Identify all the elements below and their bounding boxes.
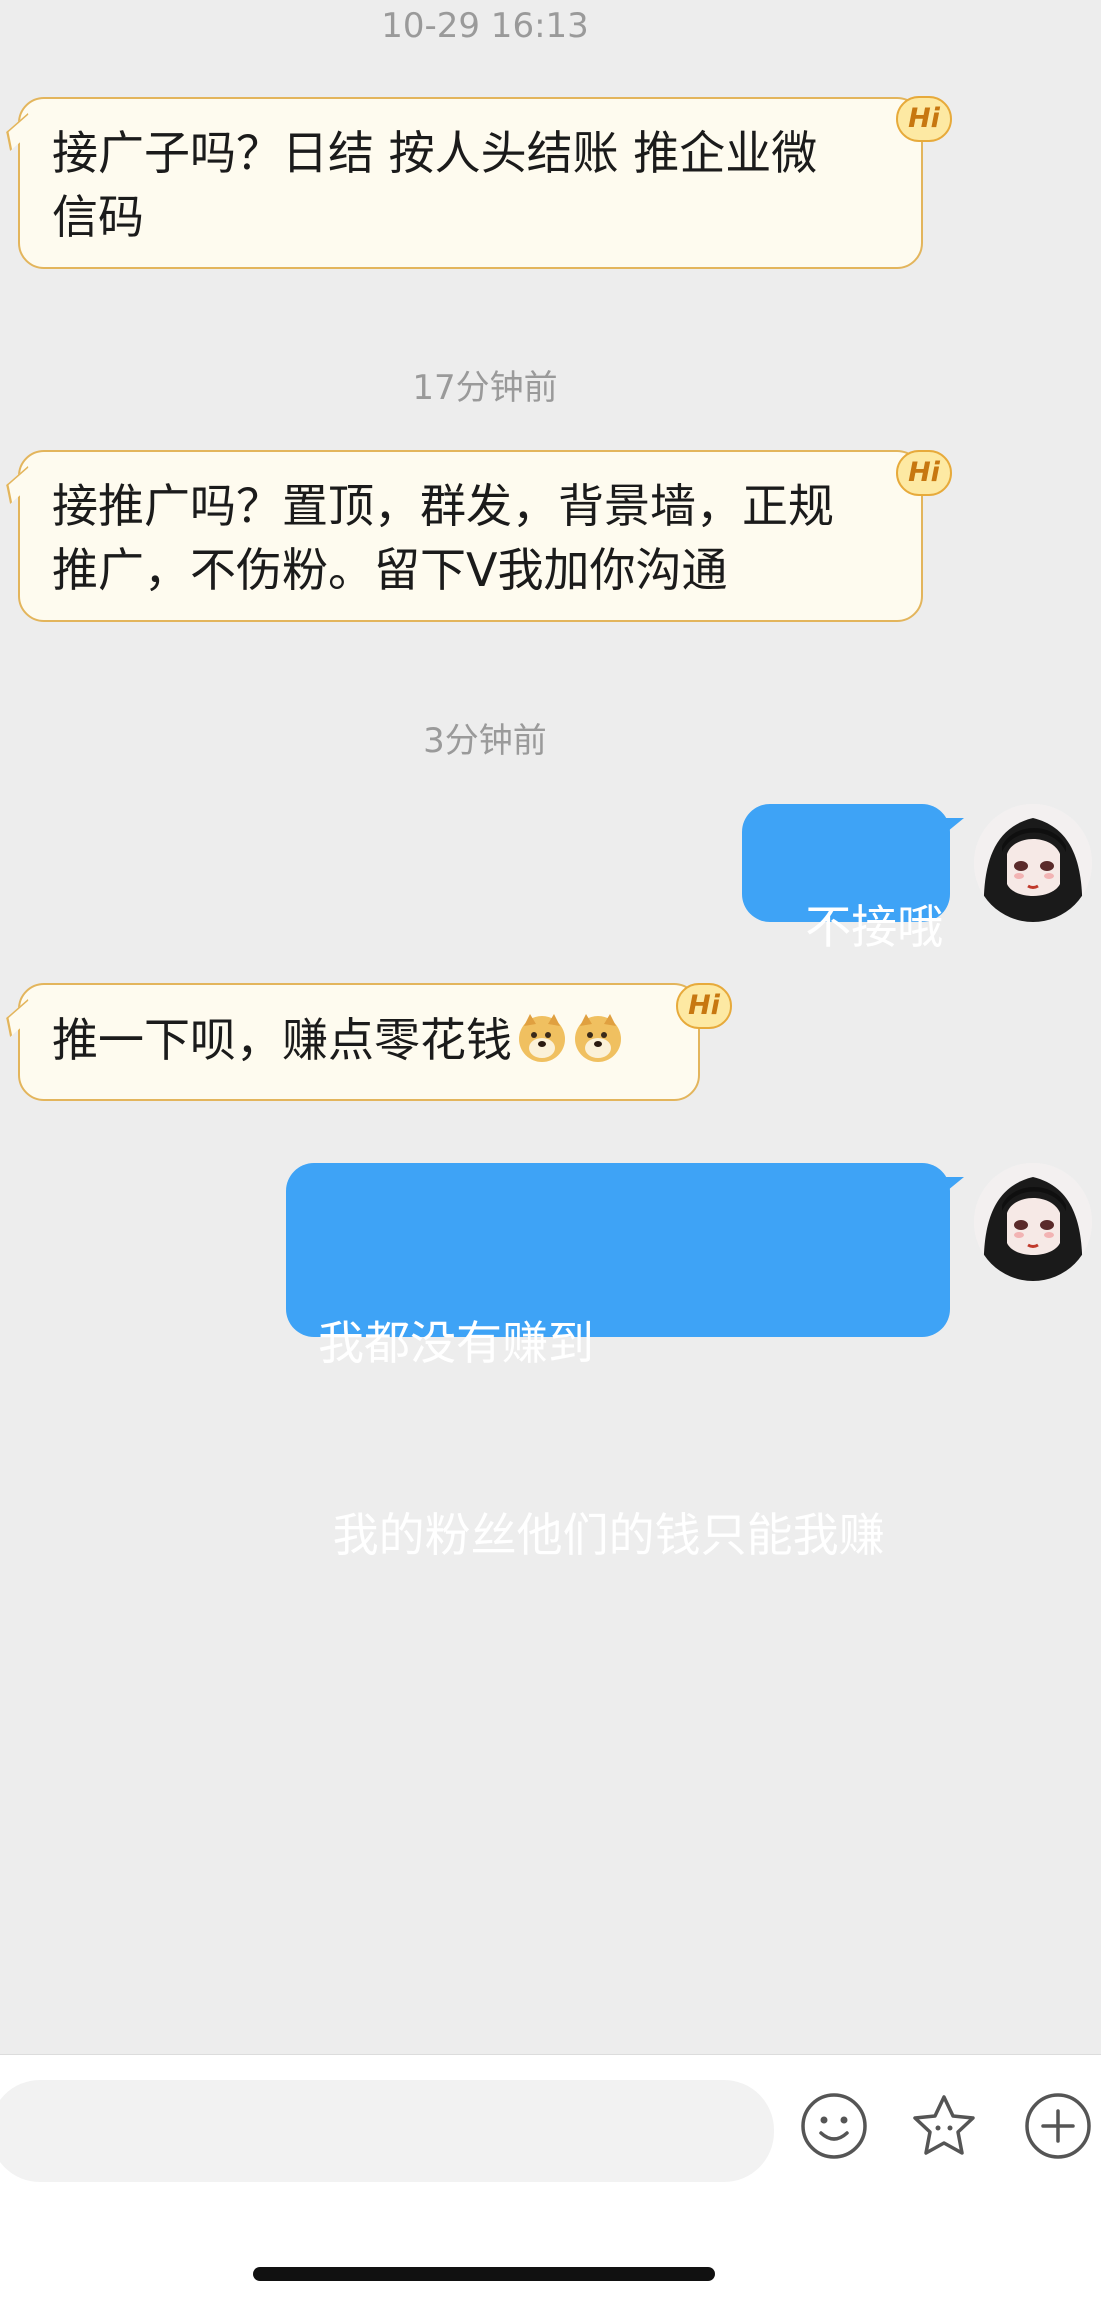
star-icon[interactable] <box>909 2091 979 2161</box>
doge-emoji-icon <box>519 1014 565 1062</box>
timestamp: 17分钟前 <box>412 368 558 408</box>
message-text-line: 信码 <box>52 190 144 244</box>
message-text: 推一下呗，赚点零花钱 <box>52 1013 512 1067</box>
avatar[interactable] <box>974 804 1092 922</box>
doge-emoji-icon <box>575 1014 621 1062</box>
outgoing-message-bubble[interactable]: 不接哦 <box>742 804 964 954</box>
message-text-line: 接推广吗？置顶，群发，背景墙，正规 <box>52 479 834 533</box>
incoming-message-bubble[interactable]: 推一下呗，赚点零花钱 <box>18 983 700 1101</box>
avatar[interactable] <box>974 1163 1092 1281</box>
message-text: 不接哦 <box>805 900 944 954</box>
hi-badge-icon: Hi <box>896 96 952 142</box>
message-text-line: 接广子吗？日结 按人头结账 推企业微 <box>52 126 818 180</box>
incoming-message-bubble[interactable]: 接推广吗？置顶，群发，背景墙，正规 推广，不伤粉。留下Ⅴ我加你沟通 <box>18 450 923 622</box>
emoji-face-icon[interactable] <box>799 2091 869 2161</box>
outgoing-message-bubble[interactable]: 我都没有赚到 我的粉丝他们的钱只能我赚 <box>286 1163 964 1562</box>
message-text-line: 我的粉丝他们的钱只能我赚 <box>318 1508 885 1562</box>
timestamp: 3分钟前 <box>423 721 547 761</box>
hi-badge-icon: Hi <box>676 983 732 1029</box>
message-text-line: 推广，不伤粉。留下Ⅴ我加你沟通 <box>52 543 728 597</box>
home-indicator <box>253 2267 715 2281</box>
message-input[interactable] <box>0 2080 774 2182</box>
hi-badge-icon: Hi <box>896 450 952 496</box>
timestamp: 10-29 16:13 <box>381 6 589 46</box>
incoming-message-bubble[interactable]: 接广子吗？日结 按人头结账 推企业微 信码 <box>18 97 923 269</box>
input-toolbar <box>0 2054 1101 2310</box>
plus-icon[interactable] <box>1023 2091 1093 2161</box>
message-text-line: 我都没有赚到 <box>318 1316 594 1370</box>
